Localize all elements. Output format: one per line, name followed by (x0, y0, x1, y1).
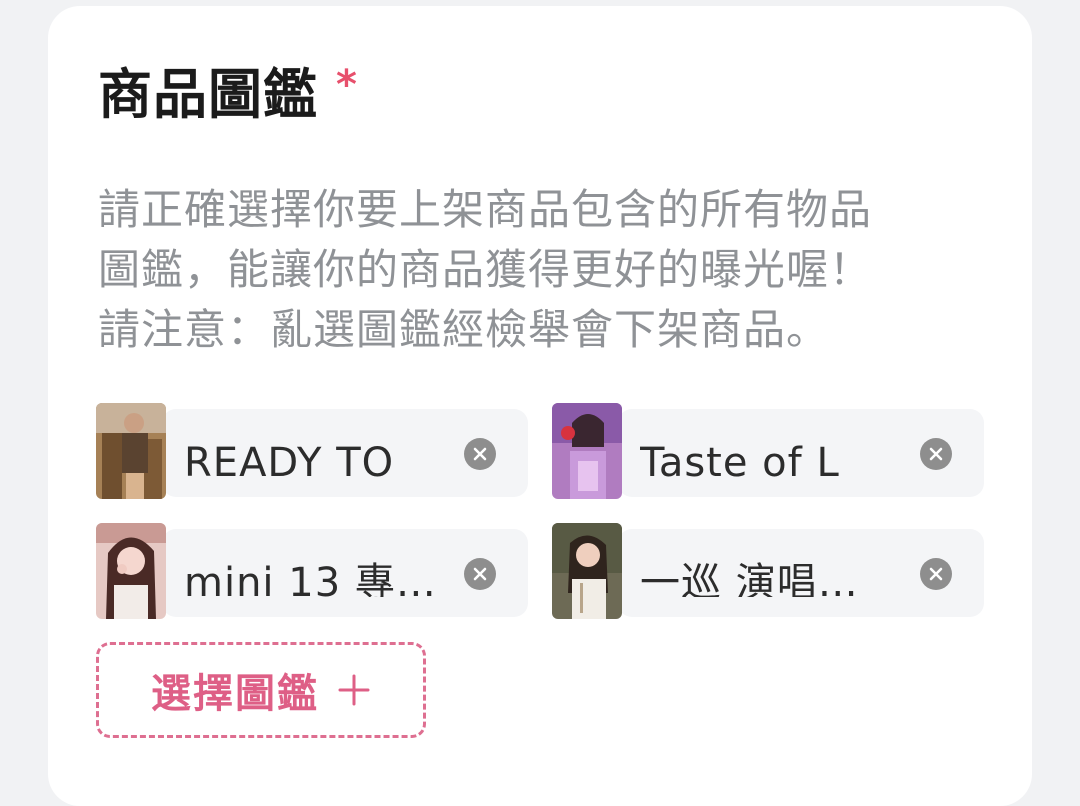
close-icon (929, 447, 943, 461)
close-icon (473, 447, 487, 461)
selected-gallery-item[interactable]: mini 13 專… (96, 523, 528, 619)
photo-thumbnail (552, 523, 622, 619)
section-description: 請正確選擇你要上架商品包含的所有物品 圖鑑，能讓你的商品獲得更好的曝光喔！ 請注… (98, 180, 958, 360)
remove-item-button[interactable] (464, 438, 496, 470)
remove-item-button[interactable] (920, 438, 952, 470)
description-line: 請正確選擇你要上架商品包含的所有物品 (98, 185, 873, 234)
plus-icon (338, 674, 370, 706)
select-gallery-label: 選擇圖鑑 (151, 671, 319, 717)
section-header: 商品圖鑑 * (98, 62, 357, 128)
photo-thumbnail (96, 403, 166, 499)
photo-thumbnail (96, 523, 166, 619)
selected-gallery-item[interactable]: 一巡 演唱… (552, 523, 984, 619)
remove-item-button[interactable] (464, 558, 496, 590)
photo-thumbnail (552, 403, 622, 499)
remove-item-button[interactable] (920, 558, 952, 590)
description-line: 請注意：亂選圖鑑經檢舉會下架商品。 (98, 305, 830, 354)
item-label: READY TO (184, 440, 395, 477)
close-icon (473, 567, 487, 581)
section-title: 商品圖鑑 (98, 63, 318, 126)
selected-gallery-item[interactable]: Taste of L (552, 403, 984, 499)
item-label: mini 13 專… (184, 560, 434, 597)
item-label: Taste of L (640, 440, 840, 477)
select-gallery-button[interactable]: 選擇圖鑑 (96, 642, 426, 738)
selected-gallery-item[interactable]: READY TO (96, 403, 528, 499)
description-line: 圖鑑，能讓你的商品獲得更好的曝光喔！ (98, 245, 873, 294)
required-mark: * (336, 62, 357, 108)
close-icon (929, 567, 943, 581)
item-label: 一巡 演唱… (640, 560, 859, 597)
